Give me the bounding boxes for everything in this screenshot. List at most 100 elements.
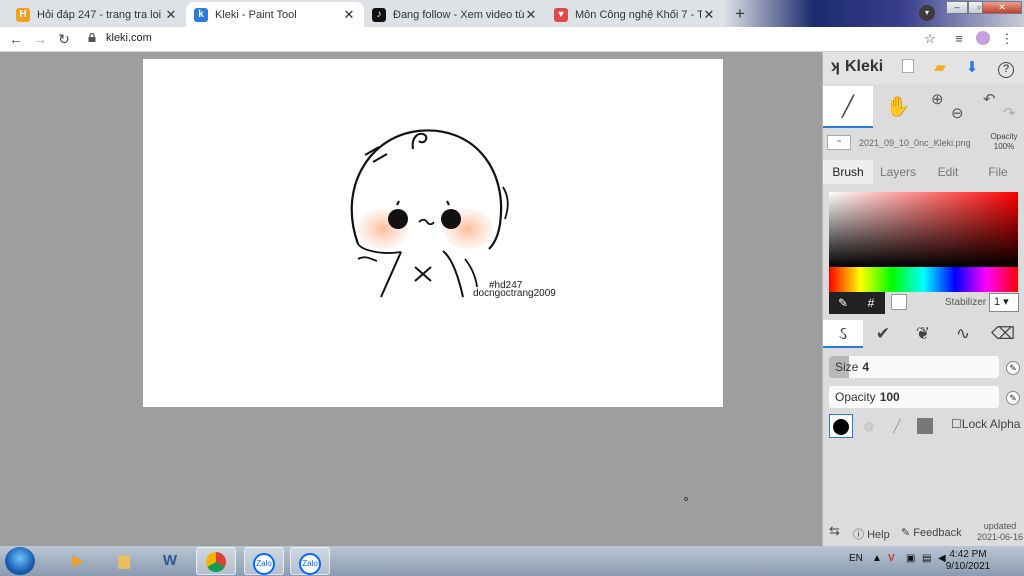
file-name: 2021_09_10_0nc_Kleki.png [859,138,971,148]
feedback-link[interactable]: ✎ Feedback [901,526,962,539]
pen-brush-icon[interactable]: ઽ [823,320,863,348]
tab-layers[interactable]: Layers [873,160,923,184]
blend-brush-icon[interactable]: ✔ [863,320,903,348]
network-icon[interactable]: ▤ [922,553,931,564]
tab-title: Kleki - Paint Tool [215,8,297,21]
tab-file[interactable]: File [973,160,1023,184]
download-icon[interactable]: ⬇ [963,59,981,77]
clock-date: 9/10/2021 [945,561,991,572]
hand-tool-icon[interactable]: ✋ [873,86,923,128]
app-name: Kleki [845,58,884,75]
reload-icon[interactable]: ↻ [56,31,72,47]
tab-title: Môn Công nghệ Khối 7 - THCS P... [575,8,702,21]
updated-info: updated 2021-06-16 [977,521,1023,543]
new-tab-button[interactable]: + [730,4,750,24]
feedback-icon: ✎ [901,527,911,539]
forward-arrow-icon[interactable]: → [32,31,48,47]
tab-edit[interactable]: Edit [923,160,973,184]
file-thumbnail[interactable]: ~ [827,135,851,150]
eraser-icon[interactable]: ⌫ [983,320,1023,348]
panel-tabs: Brush Layers Edit File [823,160,1024,184]
profile-menu-icon[interactable]: ▾ [919,5,935,21]
window-close-button[interactable]: ✕ [982,1,1022,14]
close-icon[interactable]: ✕ [702,7,716,23]
help-link[interactable]: ⓘ Help [853,526,890,542]
zalo-pc-icon[interactable]: Zalo [290,547,330,575]
pen-pressure-opacity-icon[interactable]: ✎ [1006,391,1020,405]
help-icon[interactable]: ? [997,59,1015,78]
chrome-icon[interactable] [196,547,236,575]
zalo-icon[interactable]: Zalo [244,547,284,575]
stabilizer-select[interactable]: 1 ▾ [989,293,1019,312]
lock-alpha-checkbox[interactable]: ☐Lock Alpha [951,417,1020,431]
word-icon[interactable]: W [150,547,190,575]
swap-arrows-icon[interactable]: ⇆ [829,523,840,539]
address-bar: ← → ↻ kleki.com ☆ ≡ ⋮ [0,27,1024,52]
character-drawing [350,129,509,298]
brush-type-selector: ઽ ✔ ❦ ∿ ⌫ [823,320,1024,348]
url-field[interactable]: kleki.com [106,32,152,44]
chalk-tip-icon[interactable]: ◍ [857,414,881,438]
folder-icon[interactable]: ▰ [931,59,949,77]
usb-icon[interactable]: ▣ [906,553,915,564]
close-icon[interactable]: ✕ [342,7,356,23]
kleki-icon: k [194,7,208,22]
feedback-label: Feedback [913,527,962,539]
line-brush-icon[interactable]: ∿ [943,320,983,348]
help-label: Help [867,529,890,541]
heart-icon: ♥ [554,7,568,22]
brush-tool-icon[interactable]: ╱ [823,86,873,128]
tool-panel: ʞ Kleki ▰ ⬇ ? ╱ ✋ ⊕ ⊖ ↶ ↷ ~ 2021_09_10_0n… [822,52,1024,546]
tool-selector: ╱ ✋ ⊕ ⊖ ↶ ↷ [823,86,1024,128]
tab-congnghe[interactable]: ♥ Môn Công nghệ Khối 7 - THCS P... ✕ [546,2,724,27]
file-opacity: Opacity 100% [985,132,1023,152]
secondary-color-swatch[interactable] [891,294,907,310]
eyedropper-icon[interactable]: ✎ [829,292,857,314]
pen-pressure-size-icon[interactable]: ✎ [1006,361,1020,375]
drawing-canvas[interactable]: #hd247 docngoctrang2009 [143,59,723,407]
hue-slider[interactable] [829,267,1018,292]
canvas-workspace[interactable]: #hd247 docngoctrang2009 [0,52,822,546]
close-icon[interactable]: ✕ [524,7,538,23]
media-player-icon[interactable]: ▶ [58,547,98,575]
tab-tiktok[interactable]: ♪ Đang follow - Xem video từ những ✕ [364,2,546,27]
kleki-logo[interactable]: ʞ Kleki [831,58,883,76]
round-tip-icon[interactable] [829,414,853,438]
menu-dots-icon[interactable]: ⋮ [999,31,1015,47]
brush-cursor [684,497,688,501]
tab-hoidap[interactable]: H Hỏi đáp 247 - trang tra loi ✕ [8,2,186,27]
tiktok-icon: ♪ [372,7,386,22]
color-saturation-picker[interactable] [829,192,1018,267]
redo-icon[interactable]: ↷ [1003,104,1016,122]
file-explorer-icon[interactable]: ▆ [104,547,144,575]
new-file-icon[interactable] [899,59,917,77]
system-clock[interactable]: 4:42 PM 9/10/2021 [942,549,994,573]
help-circle-icon: ⓘ [853,529,864,541]
windows-taskbar: ▶ ▆ W Zalo Zalo EN ▲ V ▣ ▤ ◀ 4:42 PM 9/1… [0,546,1024,576]
hex-input-button[interactable]: # [857,292,885,314]
show-hidden-icons-icon[interactable]: ▲ [872,553,882,564]
minimize-button[interactable]: – [946,1,968,14]
close-icon[interactable]: ✕ [164,7,178,23]
windows-start-icon[interactable] [5,547,35,575]
tab-kleki[interactable]: k Kleki - Paint Tool ✕ [186,2,364,27]
antivirus-icon[interactable]: V [888,553,895,564]
language-indicator[interactable]: EN [849,553,863,564]
calligraphy-tip-icon[interactable]: ╱ [885,414,909,438]
size-slider[interactable]: Size 4 [829,356,999,378]
reading-list-icon[interactable]: ≡ [951,31,967,47]
undo-icon[interactable]: ↶ [983,90,996,108]
back-arrow-icon[interactable]: ← [8,31,24,47]
star-icon[interactable]: ☆ [922,31,938,47]
clock-time: 4:42 PM [949,549,987,560]
size-label: Size [835,360,859,374]
tab-brush[interactable]: Brush [823,160,873,184]
square-tip-icon[interactable] [913,414,937,438]
zoom-out-icon[interactable]: ⊖ [951,104,964,122]
zoom-in-icon[interactable]: ⊕ [931,90,944,108]
opacity-slider[interactable]: Opacity 100 [829,386,999,408]
profile-avatar-icon[interactable] [975,31,991,47]
updated-label: updated [983,521,1017,531]
stabilizer-value: 1 [994,296,1001,308]
sketchy-brush-icon[interactable]: ❦ [903,320,943,348]
